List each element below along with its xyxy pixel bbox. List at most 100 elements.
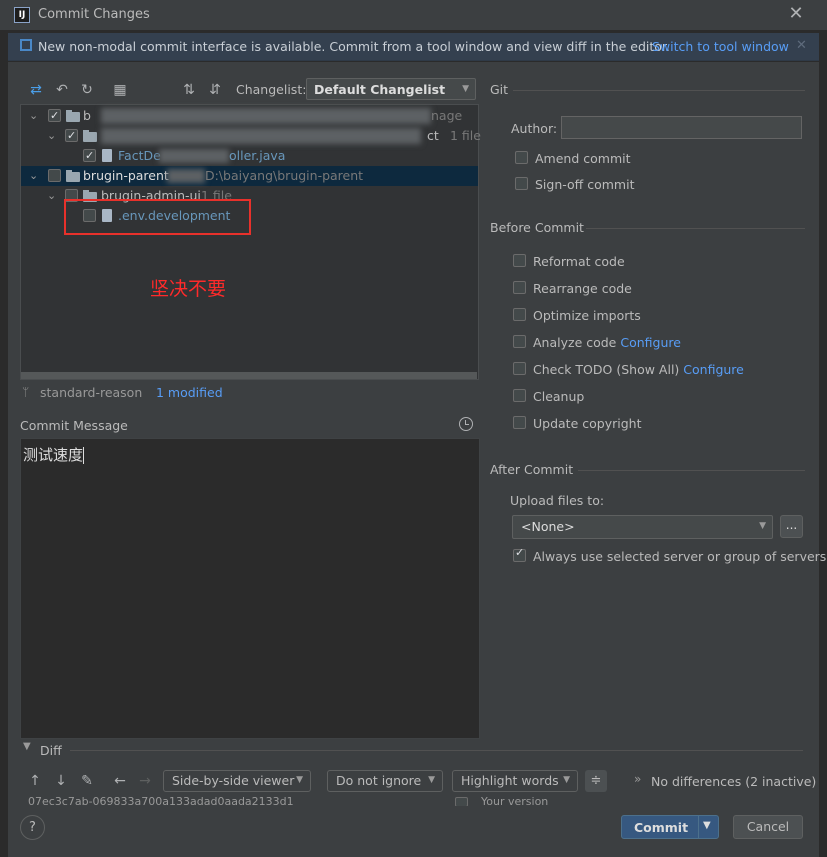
ignore-whitespace-dropdown[interactable]: Do not ignore ▼: [327, 770, 443, 792]
modified-count-link[interactable]: 1 modified: [156, 385, 223, 400]
arrow-down-icon[interactable]: ↓: [53, 773, 69, 789]
show-diff-icon[interactable]: ⇄: [28, 82, 44, 98]
branch-icon: ᛘ: [22, 385, 30, 399]
collapse-unchanged-icon[interactable]: ≑: [585, 770, 607, 792]
chevron-down-icon[interactable]: ▼: [703, 820, 711, 831]
expand-right-icon[interactable]: »: [634, 772, 641, 786]
check-todo-label[interactable]: Check TODO (Show All): [533, 362, 679, 377]
tree-row[interactable]: ⌄ brugin-parent D:\baiyang\brugin-parent: [21, 166, 478, 186]
amend-commit-checkbox[interactable]: [515, 151, 528, 164]
commit-message-input[interactable]: 测试速度: [20, 438, 480, 739]
close-window-icon[interactable]: ✕: [786, 4, 806, 24]
module-folder-icon: [66, 110, 80, 122]
commit-message-text: 测试速度: [23, 446, 84, 464]
optimize-imports-checkbox[interactable]: [513, 308, 526, 321]
tree-row[interactable]: ⌄ b nage: [21, 106, 478, 126]
refresh-icon[interactable]: ↻: [79, 82, 95, 98]
tree-text: nage: [431, 108, 463, 123]
help-button[interactable]: ?: [20, 815, 45, 840]
arrow-left-icon[interactable]: ←: [112, 773, 128, 789]
rearrange-code-label[interactable]: Rearrange code: [533, 281, 632, 296]
file-count: 1 file: [450, 128, 481, 143]
tree-checkbox[interactable]: [48, 106, 61, 126]
file-name: oller.java: [229, 148, 286, 163]
cleanup-label[interactable]: Cleanup: [533, 389, 584, 404]
module-name: brugin-parent: [83, 168, 169, 183]
rearrange-code-checkbox[interactable]: [513, 281, 526, 294]
section-divider: [513, 90, 805, 91]
always-use-server-label[interactable]: Always use selected server or group of s…: [533, 549, 826, 564]
changelist-label: Changelist:: [236, 82, 307, 97]
chevron-down-icon[interactable]: ⌄: [29, 166, 39, 186]
edit-pencil-icon[interactable]: ✎: [79, 773, 95, 789]
branch-name: standard-reason: [40, 385, 143, 400]
module-folder-icon: [66, 170, 80, 182]
cancel-button[interactable]: Cancel: [733, 815, 803, 839]
redacted-blur: [101, 128, 421, 144]
tree-checkbox[interactable]: [65, 126, 78, 146]
tree-text: ct: [427, 128, 439, 143]
reformat-code-label[interactable]: Reformat code: [533, 254, 625, 269]
todo-configure-link[interactable]: Configure: [683, 362, 744, 377]
tree-checkbox[interactable]: [48, 169, 61, 182]
chevron-down-icon[interactable]: ⌄: [29, 106, 39, 126]
notification-banner: New non-modal commit interface is availa…: [8, 33, 819, 61]
history-clock-icon[interactable]: [459, 417, 473, 431]
analyze-configure-link[interactable]: Configure: [620, 335, 681, 350]
tree-checkbox[interactable]: [83, 146, 96, 166]
cleanup-checkbox[interactable]: [513, 389, 526, 402]
signoff-commit-label[interactable]: Sign-off commit: [535, 177, 635, 192]
viewer-mode-value: Side-by-side viewer: [172, 773, 295, 788]
tree-row[interactable]: FactDe oller.java: [21, 146, 478, 166]
check-todo-checkbox[interactable]: [513, 362, 526, 375]
ide-background-strip-left: [0, 30, 8, 857]
chevron-down-icon[interactable]: ▼: [23, 741, 31, 752]
viewer-mode-dropdown[interactable]: Side-by-side viewer ▼: [163, 770, 311, 792]
window-title: Commit Changes: [38, 7, 150, 22]
title-bar: IJ Commit Changes ✕: [0, 0, 827, 30]
rollback-icon[interactable]: ↶: [54, 82, 70, 98]
collapse-all-icon[interactable]: ⇵: [207, 82, 223, 98]
highlight-mode-dropdown[interactable]: Highlight words ▼: [452, 770, 578, 792]
changelist-select[interactable]: Default Changelist ▼: [306, 78, 476, 100]
amend-commit-label[interactable]: Amend commit: [535, 151, 631, 166]
update-copyright-label[interactable]: Update copyright: [533, 416, 641, 431]
folder-icon: [83, 130, 97, 142]
switch-to-tool-window-link[interactable]: Switch to tool window: [652, 39, 789, 54]
expand-all-icon[interactable]: ⇅: [181, 82, 197, 98]
ignore-whitespace-value: Do not ignore: [336, 773, 422, 788]
chevron-down-icon: ▼: [428, 775, 435, 785]
upload-server-select[interactable]: <None> ▼: [512, 515, 773, 539]
chevron-down-icon[interactable]: ⌄: [47, 126, 57, 146]
commit-message-label: Commit Message: [20, 418, 128, 433]
update-copyright-checkbox[interactable]: [513, 416, 526, 429]
group-by-icon[interactable]: ▦: [112, 82, 128, 98]
chevron-down-icon[interactable]: ⌄: [47, 186, 57, 206]
redacted-blur: [101, 108, 431, 124]
diff-label[interactable]: Diff: [40, 743, 62, 758]
analyze-code-label[interactable]: Analyze code: [533, 335, 616, 350]
optimize-imports-label[interactable]: Optimize imports: [533, 308, 641, 323]
analyze-code-checkbox[interactable]: [513, 335, 526, 348]
reformat-code-checkbox[interactable]: [513, 254, 526, 267]
commit-button-label: Commit: [634, 820, 689, 835]
signoff-commit-checkbox[interactable]: [515, 177, 528, 190]
always-use-server-checkbox[interactable]: [513, 546, 526, 562]
before-commit-title: Before Commit: [490, 220, 584, 235]
tree-horizontal-scrollbar[interactable]: [21, 372, 477, 379]
browse-servers-button[interactable]: ...: [780, 515, 803, 538]
gift-icon: [20, 39, 32, 51]
section-divider: [586, 228, 805, 229]
button-divider: [698, 816, 699, 838]
chevron-down-icon: ▼: [759, 521, 766, 531]
tree-row[interactable]: ⌄ ct 1 file: [21, 126, 481, 146]
banner-close-icon[interactable]: ✕: [796, 38, 807, 53]
commit-button[interactable]: Commit ▼: [621, 815, 719, 839]
analyze-code-option: Analyze code Configure: [533, 335, 681, 350]
author-input[interactable]: [561, 116, 802, 139]
changes-tree[interactable]: ⌄ b nage ⌄ ct 1 file FactDe oller.java ⌄…: [20, 104, 481, 380]
file-name: FactDe: [118, 148, 161, 163]
arrow-right-icon[interactable]: →: [137, 773, 153, 789]
arrow-up-icon[interactable]: ↑: [27, 773, 43, 789]
text-caret: [83, 447, 85, 464]
